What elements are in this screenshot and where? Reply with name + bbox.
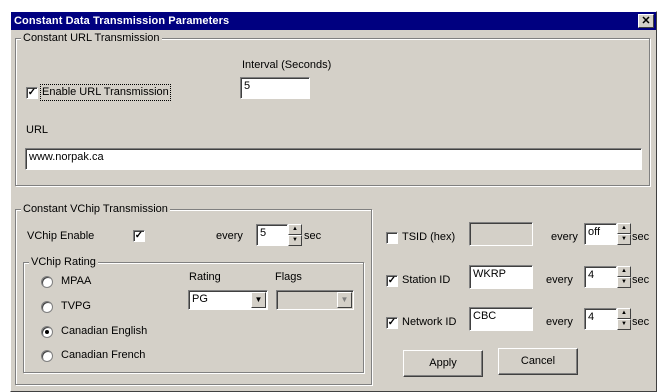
radio-canadian-french[interactable]	[41, 350, 53, 362]
station-id-label: Station ID	[402, 274, 451, 286]
flags-label: Flags	[275, 271, 302, 283]
radio-mpaa[interactable]	[41, 276, 53, 288]
network-id-checkbox[interactable]: ✓	[386, 317, 398, 329]
network-id-label: Network ID	[402, 316, 457, 328]
station-every-spinner[interactable]: ▲ ▼	[617, 266, 631, 288]
station-every-input[interactable]: 4	[584, 266, 617, 288]
vchip-every-label: every	[216, 230, 243, 242]
network-every-input[interactable]: 4	[584, 308, 617, 330]
url-input[interactable]: www.norpak.ca	[25, 148, 642, 170]
radio-tvpg-label[interactable]: TVPG	[61, 300, 91, 313]
dialog-window: Constant Data Transmission Parameters ✕ …	[10, 11, 657, 392]
radio-canadian-french-label[interactable]: Canadian French	[61, 349, 145, 362]
network-id-input[interactable]: CBC	[469, 307, 533, 331]
vchip-enable-checkbox[interactable]: ✓	[133, 230, 145, 242]
arrow-down-icon[interactable]: ▼	[617, 319, 631, 330]
tsid-every-label: every	[551, 231, 578, 243]
tsid-every-input[interactable]: off	[584, 223, 617, 245]
arrow-down-icon[interactable]: ▼	[288, 235, 302, 246]
tsid-input[interactable]	[469, 222, 533, 246]
radio-canadian-english[interactable]	[41, 326, 53, 338]
enable-url-label[interactable]: Enable URL Transmission	[40, 84, 171, 101]
url-label: URL	[26, 124, 49, 136]
enable-url-checkbox[interactable]: ✓	[26, 87, 38, 99]
rating-select[interactable]: PG ▼	[188, 290, 268, 310]
chevron-down-icon[interactable]: ▼	[337, 292, 352, 308]
title-bar: Constant Data Transmission Parameters	[11, 12, 656, 30]
network-every-spinner[interactable]: ▲ ▼	[617, 308, 631, 330]
vchip-sec-label: sec	[304, 230, 322, 242]
window-title: Constant Data Transmission Parameters	[14, 15, 230, 27]
radio-canadian-english-label[interactable]: Canadian English	[61, 325, 147, 338]
arrow-down-icon[interactable]: ▼	[617, 277, 631, 288]
vchip-every-input[interactable]: 5	[256, 224, 288, 246]
vchip-every-spinner[interactable]: ▲ ▼	[288, 224, 302, 246]
vchip-group-legend: Constant VChip Transmission	[21, 203, 170, 215]
network-sec-label: sec	[632, 316, 650, 328]
vchip-rating-legend: VChip Rating	[29, 256, 98, 268]
tsid-every-spinner[interactable]: ▲ ▼	[617, 223, 631, 245]
rating-label: Rating	[189, 271, 221, 283]
tsid-label: TSID (hex)	[402, 231, 456, 243]
interval-label: Interval (Seconds)	[242, 59, 332, 71]
station-id-input[interactable]: WKRP	[469, 265, 533, 289]
tsid-checkbox[interactable]	[386, 232, 398, 244]
arrow-up-icon[interactable]: ▲	[617, 223, 631, 234]
tsid-sec-label: sec	[632, 231, 650, 243]
flags-select[interactable]: ▼	[276, 290, 354, 310]
station-sec-label: sec	[632, 274, 650, 286]
vchip-enable-label: VChip Enable	[27, 230, 95, 242]
cancel-button[interactable]: Cancel	[498, 348, 578, 375]
radio-tvpg[interactable]	[41, 301, 53, 313]
close-icon[interactable]: ✕	[638, 14, 654, 28]
arrow-up-icon[interactable]: ▲	[288, 224, 302, 235]
chevron-down-icon[interactable]: ▼	[251, 292, 266, 308]
arrow-up-icon[interactable]: ▲	[617, 308, 631, 319]
apply-button[interactable]: Apply	[403, 350, 483, 377]
radio-mpaa-label[interactable]: MPAA	[61, 275, 91, 288]
rating-select-value: PG	[192, 293, 208, 305]
station-id-checkbox[interactable]: ✓	[386, 275, 398, 287]
arrow-up-icon[interactable]: ▲	[617, 266, 631, 277]
arrow-down-icon[interactable]: ▼	[617, 234, 631, 245]
network-every-label: every	[546, 316, 573, 328]
station-every-label: every	[546, 274, 573, 286]
interval-input[interactable]: 5	[240, 77, 310, 99]
url-group-legend: Constant URL Transmission	[21, 32, 162, 44]
